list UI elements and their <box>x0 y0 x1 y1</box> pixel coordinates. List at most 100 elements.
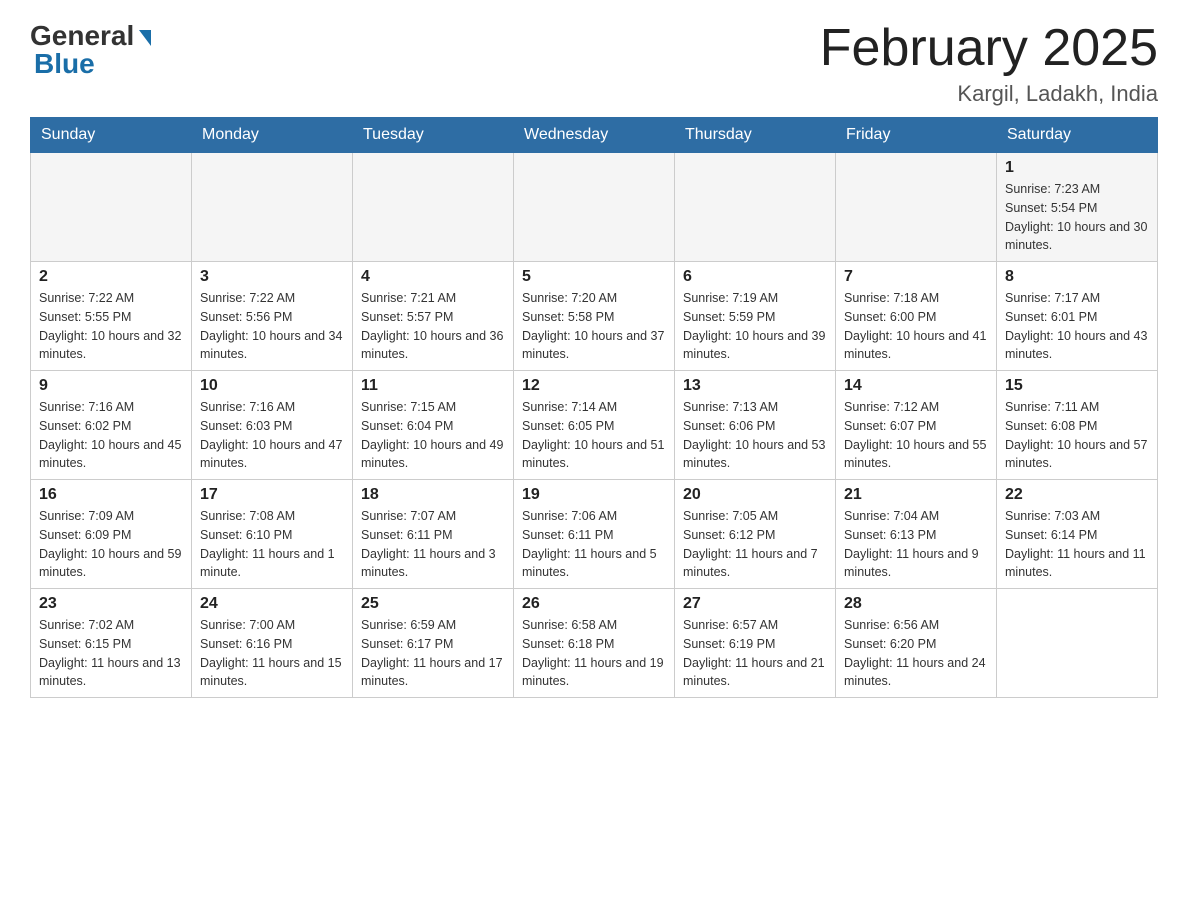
day-info: Sunrise: 7:11 AMSunset: 6:08 PMDaylight:… <box>1005 398 1149 473</box>
day-info: Sunrise: 7:07 AMSunset: 6:11 PMDaylight:… <box>361 507 505 582</box>
day-number: 12 <box>522 377 666 395</box>
day-number: 21 <box>844 486 988 504</box>
day-number: 23 <box>39 595 183 613</box>
calendar-cell: 21 Sunrise: 7:04 AMSunset: 6:13 PMDayligh… <box>836 480 997 589</box>
day-number: 9 <box>39 377 183 395</box>
day-info: Sunrise: 7:21 AMSunset: 5:57 PMDaylight:… <box>361 289 505 364</box>
logo: General Blue <box>30 20 151 80</box>
logo-blue-text: Blue <box>34 48 95 80</box>
calendar-cell <box>353 153 514 262</box>
day-info: Sunrise: 7:12 AMSunset: 6:07 PMDaylight:… <box>844 398 988 473</box>
calendar-cell <box>836 153 997 262</box>
day-number: 11 <box>361 377 505 395</box>
day-number: 1 <box>1005 159 1149 177</box>
calendar-cell: 16 Sunrise: 7:09 AMSunset: 6:09 PMDayligh… <box>31 480 192 589</box>
day-info: Sunrise: 7:23 AMSunset: 5:54 PMDaylight:… <box>1005 180 1149 255</box>
calendar-cell <box>997 589 1158 698</box>
calendar-cell: 26 Sunrise: 6:58 AMSunset: 6:18 PMDayligh… <box>514 589 675 698</box>
calendar-cell: 23 Sunrise: 7:02 AMSunset: 6:15 PMDayligh… <box>31 589 192 698</box>
day-number: 20 <box>683 486 827 504</box>
calendar-cell: 5 Sunrise: 7:20 AMSunset: 5:58 PMDaylight… <box>514 262 675 371</box>
day-number: 22 <box>1005 486 1149 504</box>
calendar-cell: 18 Sunrise: 7:07 AMSunset: 6:11 PMDayligh… <box>353 480 514 589</box>
day-number: 25 <box>361 595 505 613</box>
calendar-cell: 17 Sunrise: 7:08 AMSunset: 6:10 PMDayligh… <box>192 480 353 589</box>
calendar-cell: 2Sunrise: 7:22 AMSunset: 5:55 PMDaylight… <box>31 262 192 371</box>
day-info: Sunrise: 7:02 AMSunset: 6:15 PMDaylight:… <box>39 616 183 691</box>
day-number: 18 <box>361 486 505 504</box>
calendar-cell <box>675 153 836 262</box>
day-info: Sunrise: 7:14 AMSunset: 6:05 PMDaylight:… <box>522 398 666 473</box>
day-number: 4 <box>361 268 505 286</box>
day-info: Sunrise: 7:19 AMSunset: 5:59 PMDaylight:… <box>683 289 827 364</box>
day-number: 16 <box>39 486 183 504</box>
calendar-cell: 3 Sunrise: 7:22 AMSunset: 5:56 PMDaylight… <box>192 262 353 371</box>
calendar-week-5: 23 Sunrise: 7:02 AMSunset: 6:15 PMDayligh… <box>31 589 1158 698</box>
day-number: 19 <box>522 486 666 504</box>
header-friday: Friday <box>836 118 997 153</box>
day-info: Sunrise: 6:56 AMSunset: 6:20 PMDaylight:… <box>844 616 988 691</box>
day-number: 17 <box>200 486 344 504</box>
calendar-cell: 20 Sunrise: 7:05 AMSunset: 6:12 PMDayligh… <box>675 480 836 589</box>
day-number: 3 <box>200 268 344 286</box>
header-saturday: Saturday <box>997 118 1158 153</box>
header-monday: Monday <box>192 118 353 153</box>
day-info: Sunrise: 7:08 AMSunset: 6:10 PMDaylight:… <box>200 507 344 582</box>
calendar-cell: 1 Sunrise: 7:23 AMSunset: 5:54 PMDaylight… <box>997 153 1158 262</box>
calendar-cell: 28 Sunrise: 6:56 AMSunset: 6:20 PMDayligh… <box>836 589 997 698</box>
day-info: Sunrise: 7:00 AMSunset: 6:16 PMDaylight:… <box>200 616 344 691</box>
day-info: Sunrise: 7:05 AMSunset: 6:12 PMDaylight:… <box>683 507 827 582</box>
calendar-body: 1 Sunrise: 7:23 AMSunset: 5:54 PMDaylight… <box>31 153 1158 698</box>
calendar-cell: 15 Sunrise: 7:11 AMSunset: 6:08 PMDayligh… <box>997 371 1158 480</box>
day-info: Sunrise: 6:57 AMSunset: 6:19 PMDaylight:… <box>683 616 827 691</box>
header-tuesday: Tuesday <box>353 118 514 153</box>
weekday-header-row: Sunday Monday Tuesday Wednesday Thursday… <box>31 118 1158 153</box>
calendar-cell: 24Sunrise: 7:00 AMSunset: 6:16 PMDayligh… <box>192 589 353 698</box>
calendar-week-3: 9Sunrise: 7:16 AMSunset: 6:02 PMDaylight… <box>31 371 1158 480</box>
day-number: 6 <box>683 268 827 286</box>
title-area: February 2025 Kargil, Ladakh, India <box>820 20 1158 107</box>
day-number: 10 <box>200 377 344 395</box>
header-sunday: Sunday <box>31 118 192 153</box>
day-info: Sunrise: 7:22 AMSunset: 5:56 PMDaylight:… <box>200 289 344 364</box>
calendar-cell <box>192 153 353 262</box>
day-number: 5 <box>522 268 666 286</box>
page-header: General Blue February 2025 Kargil, Ladak… <box>30 20 1158 107</box>
calendar-cell <box>514 153 675 262</box>
header-thursday: Thursday <box>675 118 836 153</box>
calendar-cell: 8 Sunrise: 7:17 AMSunset: 6:01 PMDaylight… <box>997 262 1158 371</box>
day-info: Sunrise: 7:20 AMSunset: 5:58 PMDaylight:… <box>522 289 666 364</box>
calendar-cell: 10 Sunrise: 7:16 AMSunset: 6:03 PMDayligh… <box>192 371 353 480</box>
day-info: Sunrise: 7:16 AMSunset: 6:03 PMDaylight:… <box>200 398 344 473</box>
calendar-cell: 11 Sunrise: 7:15 AMSunset: 6:04 PMDayligh… <box>353 371 514 480</box>
calendar-cell: 19Sunrise: 7:06 AMSunset: 6:11 PMDayligh… <box>514 480 675 589</box>
page-subtitle: Kargil, Ladakh, India <box>820 81 1158 107</box>
day-info: Sunrise: 7:13 AMSunset: 6:06 PMDaylight:… <box>683 398 827 473</box>
calendar-cell: 22Sunrise: 7:03 AMSunset: 6:14 PMDayligh… <box>997 480 1158 589</box>
day-number: 27 <box>683 595 827 613</box>
calendar-cell: 14Sunrise: 7:12 AMSunset: 6:07 PMDayligh… <box>836 371 997 480</box>
calendar-cell: 13Sunrise: 7:13 AMSunset: 6:06 PMDayligh… <box>675 371 836 480</box>
day-info: Sunrise: 6:58 AMSunset: 6:18 PMDaylight:… <box>522 616 666 691</box>
day-info: Sunrise: 7:09 AMSunset: 6:09 PMDaylight:… <box>39 507 183 582</box>
day-info: Sunrise: 6:59 AMSunset: 6:17 PMDaylight:… <box>361 616 505 691</box>
calendar-week-1: 1 Sunrise: 7:23 AMSunset: 5:54 PMDaylight… <box>31 153 1158 262</box>
day-info: Sunrise: 7:18 AMSunset: 6:00 PMDaylight:… <box>844 289 988 364</box>
day-info: Sunrise: 7:04 AMSunset: 6:13 PMDaylight:… <box>844 507 988 582</box>
calendar-cell: 4 Sunrise: 7:21 AMSunset: 5:57 PMDaylight… <box>353 262 514 371</box>
calendar-header: Sunday Monday Tuesday Wednesday Thursday… <box>31 118 1158 153</box>
day-number: 2 <box>39 268 183 286</box>
header-wednesday: Wednesday <box>514 118 675 153</box>
day-number: 15 <box>1005 377 1149 395</box>
day-info: Sunrise: 7:15 AMSunset: 6:04 PMDaylight:… <box>361 398 505 473</box>
day-number: 28 <box>844 595 988 613</box>
day-number: 26 <box>522 595 666 613</box>
calendar-cell: 9Sunrise: 7:16 AMSunset: 6:02 PMDaylight… <box>31 371 192 480</box>
day-number: 8 <box>1005 268 1149 286</box>
calendar-cell: 6 Sunrise: 7:19 AMSunset: 5:59 PMDaylight… <box>675 262 836 371</box>
calendar-table: Sunday Monday Tuesday Wednesday Thursday… <box>30 117 1158 698</box>
calendar-cell: 25 Sunrise: 6:59 AMSunset: 6:17 PMDayligh… <box>353 589 514 698</box>
day-info: Sunrise: 7:17 AMSunset: 6:01 PMDaylight:… <box>1005 289 1149 364</box>
calendar-cell <box>31 153 192 262</box>
calendar-week-4: 16 Sunrise: 7:09 AMSunset: 6:09 PMDayligh… <box>31 480 1158 589</box>
